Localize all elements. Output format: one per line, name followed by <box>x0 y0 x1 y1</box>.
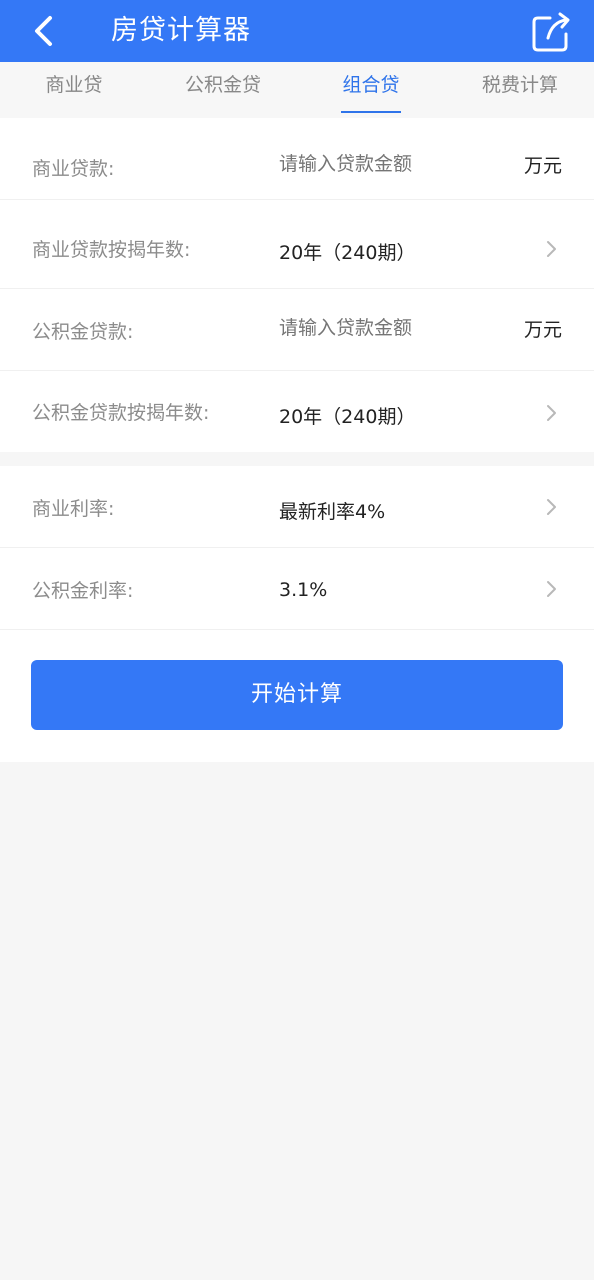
chevron-right-icon <box>547 405 556 421</box>
fund-years-row[interactable]: 公积金贷款按揭年数: 20年（240期） <box>0 371 594 453</box>
tab-combined-loan[interactable]: 组合贷 <box>341 62 401 118</box>
tab-label: 税费计算 <box>481 74 558 96</box>
tab-label: 公积金贷 <box>184 74 261 96</box>
commercial-loan-unit: 万元 <box>524 155 563 177</box>
tab-fund-loan[interactable]: 公积金贷 <box>183 62 263 118</box>
fund-rate-row[interactable]: 公积金利率: 3.1% <box>0 548 594 630</box>
chevron-right-icon <box>547 581 556 597</box>
fund-rate-value: 3.1% <box>279 579 328 601</box>
active-tab-underline <box>341 111 401 113</box>
tab-label: 组合贷 <box>342 74 400 96</box>
tab-tax-calc[interactable]: 税费计算 <box>480 62 560 118</box>
fund-years-value: 20年（240期） <box>279 406 416 428</box>
commercial-loan-row: 商业贷款: 万元 <box>0 118 594 200</box>
fund-loan-input[interactable] <box>279 317 499 339</box>
fund-loan-label: 公积金贷款: <box>32 321 134 343</box>
share-icon <box>532 12 570 52</box>
back-arrow-icon <box>35 16 52 46</box>
fund-loan-unit: 万元 <box>524 319 563 341</box>
fund-years-label: 公积金贷款按揭年数: <box>32 402 210 424</box>
chevron-right-icon <box>547 241 556 257</box>
fund-loan-row: 公积金贷款: 万元 <box>0 289 594 371</box>
rate-card: 商业利率: 最新利率4% 公积金利率: 3.1% 开始计算 <box>0 466 594 762</box>
start-calculation-button[interactable]: 开始计算 <box>31 660 563 730</box>
share-button[interactable] <box>528 8 576 56</box>
commercial-rate-row[interactable]: 商业利率: 最新利率4% <box>0 466 594 548</box>
top-bar: 房贷计算器 <box>0 0 594 62</box>
fund-rate-label: 公积金利率: <box>32 580 134 602</box>
commercial-years-label: 商业贷款按揭年数: <box>32 239 191 261</box>
back-button[interactable] <box>22 10 66 54</box>
chevron-right-icon <box>547 499 556 515</box>
commercial-years-row[interactable]: 商业贷款按揭年数: 20年（240期） <box>0 207 594 289</box>
page-title: 房贷计算器 <box>111 15 251 46</box>
loan-type-tabs: 商业贷 公积金贷 组合贷 税费计算 <box>0 62 594 118</box>
commercial-years-value: 20年（240期） <box>279 242 416 264</box>
commercial-loan-input[interactable] <box>279 153 499 175</box>
commercial-rate-label: 商业利率: <box>32 498 115 520</box>
loan-amount-card: 商业贷款: 万元 商业贷款按揭年数: 20年（240期） 公积金贷款: 万元 公… <box>0 118 594 452</box>
commercial-loan-label: 商业贷款: <box>32 158 115 180</box>
commercial-rate-value: 最新利率4% <box>279 501 386 523</box>
tab-commercial-loan[interactable]: 商业贷 <box>44 62 104 118</box>
tab-label: 商业贷 <box>45 74 103 96</box>
